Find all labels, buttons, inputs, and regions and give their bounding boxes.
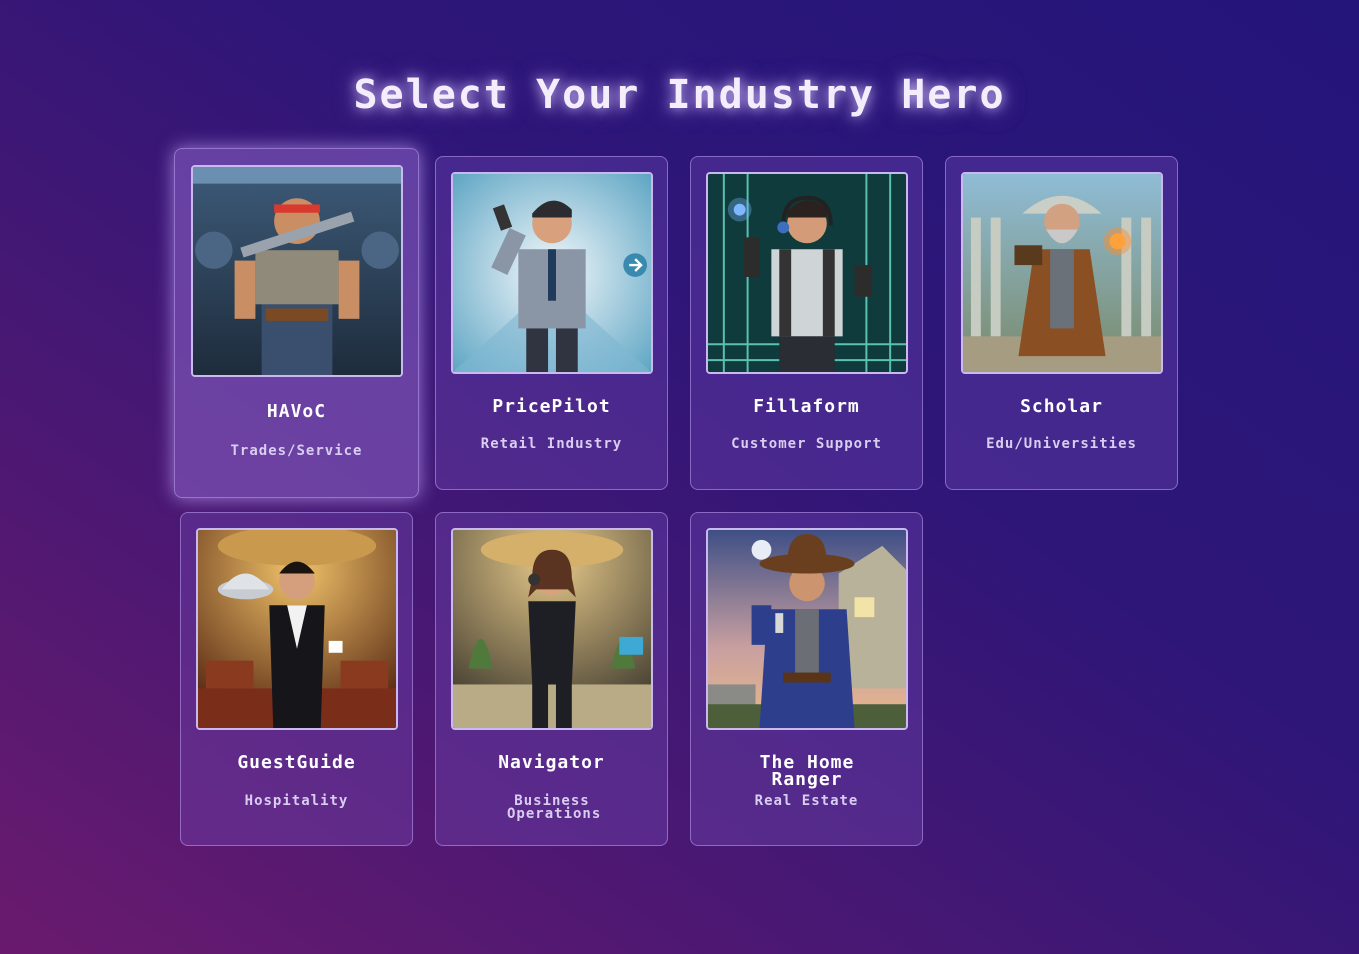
hero-card-the-home-ranger[interactable]: The Home Ranger Real Estate [690, 512, 923, 846]
page-title: Select Your Industry Hero [353, 72, 1006, 118]
scholar-hero-icon [961, 172, 1163, 374]
cowboy-hero-icon [706, 528, 908, 730]
hero-name: PricePilot [492, 396, 611, 417]
hero-role: Hospitality [244, 793, 349, 809]
plumber-hero-icon [191, 165, 403, 377]
business-hero-icon [451, 528, 653, 730]
hero-name: GuestGuide [237, 752, 356, 773]
hero-role: Retail Industry [480, 436, 623, 452]
hero-name: Scholar [1020, 396, 1103, 417]
butler-hero-icon [196, 528, 398, 730]
hero-role: Business Operations [507, 793, 602, 822]
hero-card-scholar[interactable]: Scholar Edu/Universities [945, 156, 1178, 490]
hero-name: The Home Ranger [759, 752, 855, 790]
hero-name: Fillaform [753, 396, 860, 417]
retail-hero-icon [451, 172, 653, 374]
hero-name: Navigator [498, 752, 605, 773]
hero-card-navigator[interactable]: Navigator Business Operations [435, 512, 668, 846]
hero-role: Trades/Service [230, 443, 363, 459]
support-hero-icon [706, 172, 908, 374]
hero-card-fillaform[interactable]: Fillaform Customer Support [690, 156, 923, 490]
hero-card-guestguide[interactable]: GuestGuide Hospitality [180, 512, 413, 846]
hero-role: Real Estate [754, 793, 859, 809]
hero-card-pricepilot[interactable]: PricePilot Retail Industry [435, 156, 668, 490]
hero-role: Customer Support [731, 436, 882, 452]
hero-role: Edu/Universities [986, 436, 1137, 452]
hero-card-havoc[interactable]: HAVoC Trades/Service [174, 148, 419, 498]
hero-name: HAVoC [266, 401, 327, 422]
